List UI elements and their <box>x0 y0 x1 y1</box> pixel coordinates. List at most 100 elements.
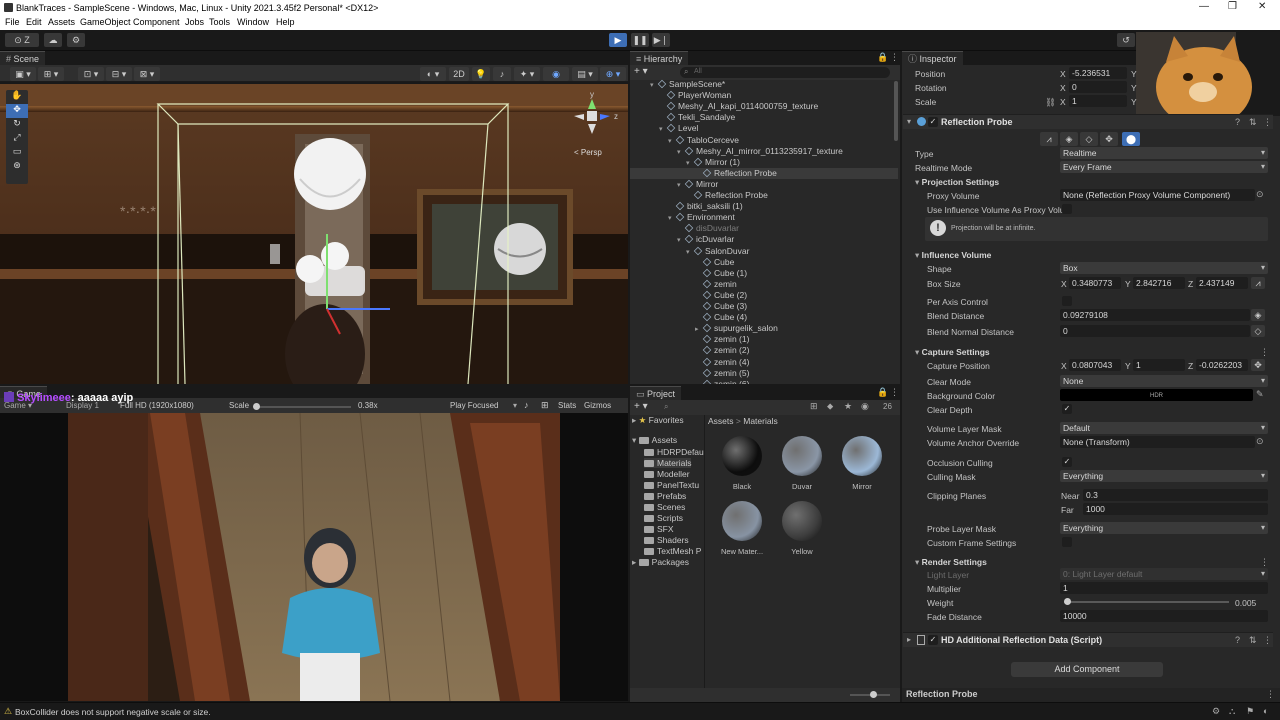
shape-dropdown[interactable]: Box <box>1060 262 1268 274</box>
weight-slider-thumb[interactable] <box>1064 598 1071 605</box>
draw-mode-dropdown[interactable]: ▣ ▾ <box>10 67 36 81</box>
effects-dropdown[interactable]: ✦ ▾ <box>514 67 540 81</box>
realtime-mode-dropdown[interactable]: Every Frame <box>1060 161 1268 173</box>
debug-icon[interactable]: ⚑ <box>1246 706 1254 717</box>
orientation-gizmo[interactable]: y z <box>570 90 620 144</box>
hidden-toggle-button[interactable]: ◉ <box>543 67 569 81</box>
background-color-swatch[interactable]: HDR <box>1060 389 1253 401</box>
hierarchy-row[interactable]: ▾ TabloCerceve <box>630 135 898 146</box>
scale-slider[interactable] <box>253 403 351 410</box>
status-message[interactable]: BoxCollider does not support negative sc… <box>15 707 211 717</box>
step-button[interactable]: ▶❘ <box>652 33 670 47</box>
hd-collapse-arrow-icon[interactable]: ▸ <box>907 635 911 644</box>
edit-normal-button[interactable]: ◇ <box>1080 132 1098 146</box>
cloud-button[interactable]: ☁ <box>44 33 62 47</box>
hierarchy-row[interactable]: zemin (4) <box>630 357 898 368</box>
use-influence-checkbox[interactable] <box>1062 204 1072 214</box>
hierarchy-row[interactable]: ▾ SalonDuvar <box>630 246 898 257</box>
menu-component[interactable]: Component <box>133 17 180 27</box>
menu-assets[interactable]: Assets <box>48 17 75 27</box>
folder-item[interactable]: Prefabs <box>644 491 686 501</box>
blend-distance-field[interactable]: 0.09279108 <box>1060 309 1250 321</box>
hierarchy-row[interactable]: ▾ Level <box>630 123 898 134</box>
hierarchy-row[interactable]: Cube (3) <box>630 301 898 312</box>
menu-file[interactable]: File <box>5 17 20 27</box>
hierarchy-row[interactable]: zemin (1) <box>630 334 898 345</box>
toggle-2d-button[interactable]: 2D <box>449 67 469 81</box>
hand-tool-icon[interactable]: ✋ <box>6 90 28 104</box>
snap-dropdown[interactable]: ⊡ ▾ <box>78 67 104 81</box>
component-menu-icon[interactable]: ⋮ <box>1263 117 1272 128</box>
move-tool-icon[interactable]: ✥ <box>6 104 28 118</box>
hierarchy-row[interactable]: zemin <box>630 279 898 290</box>
asset-item[interactable]: New Mater... <box>714 501 770 556</box>
position-x-field[interactable]: -5.236531 <box>1069 67 1127 79</box>
asset-item[interactable]: Mirror <box>834 436 890 491</box>
history-button[interactable]: ↺ <box>1117 33 1135 47</box>
blend-normal-distance-field[interactable]: 0 <box>1060 325 1250 337</box>
project-lock-icon[interactable]: 🔒 <box>877 387 888 398</box>
project-create-button[interactable]: + ▾ <box>634 401 648 412</box>
hierarchy-row[interactable]: Tekli_Sandalye <box>630 112 898 123</box>
packages-item[interactable]: ▸ Packages <box>632 557 689 568</box>
breadcrumb-materials[interactable]: Materials <box>743 416 777 426</box>
hierarchy-search-input[interactable]: ⌕ All <box>680 67 890 78</box>
menu-help[interactable]: Help <box>276 17 295 27</box>
tab-inspector[interactable]: ⓘ Inspector <box>902 51 963 65</box>
capture-position-z-field[interactable]: -0.0262203 <box>1196 359 1248 371</box>
network-icon[interactable]: ⛬ <box>1229 706 1235 717</box>
persp-label[interactable]: < Persp <box>574 148 602 157</box>
hierarchy-row[interactable]: zemin (6) <box>630 379 898 384</box>
hierarchy-row[interactable]: ▸ supurgelik_salon <box>630 323 898 334</box>
hierarchy-row[interactable]: Meshy_AI_kapi_0114000759_texture <box>630 101 898 112</box>
folder-item[interactable]: Shaders <box>644 535 689 545</box>
minimize-button[interactable]: — <box>1199 1 1209 12</box>
hierarchy-row[interactable]: disDuvarlar <box>630 223 898 234</box>
increment-dropdown[interactable]: ⊟ ▾ <box>106 67 132 81</box>
rotate-tool-icon[interactable]: ↻ <box>6 118 28 132</box>
clear-mode-dropdown[interactable]: None <box>1060 375 1268 387</box>
blend-normal-edit-button[interactable]: ◇ <box>1251 325 1265 337</box>
box-size-edit-button[interactable]: ⩘ <box>1251 277 1265 289</box>
account-button[interactable]: ⊙ Z <box>5 33 39 47</box>
hd-component-menu-icon[interactable]: ⋮ <box>1263 635 1272 646</box>
maximize-button[interactable]: ❐ <box>1228 1 1237 12</box>
menu-window[interactable]: Window <box>237 17 269 27</box>
eyedropper-icon[interactable]: ✎ <box>1256 389 1264 400</box>
projection-settings-header[interactable]: ▾ Projection Settings <box>915 177 999 188</box>
render-menu-icon[interactable]: ⋮ <box>1260 557 1269 568</box>
capture-menu-icon[interactable]: ⋮ <box>1260 347 1269 358</box>
hierarchy-row[interactable]: ▾ Mirror <box>630 179 898 190</box>
collapse-arrow-icon[interactable]: ▾ <box>907 117 911 126</box>
influence-volume-header[interactable]: ▾ Influence Volume <box>915 250 991 261</box>
folder-item[interactable]: HDRPDefau <box>644 447 704 457</box>
tab-scene[interactable]: # Scene <box>0 51 46 65</box>
weight-value[interactable]: 0.005 <box>1235 598 1256 608</box>
folder-item[interactable]: PanelTextu <box>644 480 699 490</box>
rect-tool-icon[interactable]: ▭ <box>6 146 28 160</box>
zoom-slider-thumb[interactable] <box>870 691 877 698</box>
pause-button[interactable]: ❚❚ <box>631 33 649 47</box>
per-axis-control-checkbox[interactable] <box>1062 296 1072 306</box>
hierarchy-row[interactable]: Cube (2) <box>630 290 898 301</box>
progress-icon[interactable]: ⚙ <box>1212 706 1220 717</box>
folder-item[interactable]: Modeller <box>644 469 690 479</box>
blend-distance-edit-button[interactable]: ◈ <box>1251 309 1265 321</box>
camera-dropdown[interactable]: ▤ ▾ <box>572 67 598 81</box>
filter-label-icon[interactable]: ⬥ <box>827 401 833 412</box>
edit-capture-button[interactable]: ✥ <box>1100 132 1118 146</box>
favorite-icon[interactable]: ★ <box>844 401 852 412</box>
asset-item[interactable]: Duvar <box>774 436 830 491</box>
edit-probe-button[interactable]: ⬤ <box>1122 132 1140 146</box>
folder-item[interactable]: Scenes <box>644 502 685 512</box>
align-dropdown[interactable]: ⊠ ▾ <box>134 67 160 81</box>
hidden-packages-icon[interactable]: ◉ <box>861 401 869 412</box>
object-picker-icon[interactable]: ⊙ <box>1256 189 1264 200</box>
anchor-picker-icon[interactable]: ⊙ <box>1256 436 1264 447</box>
add-component-button[interactable]: Add Component <box>1011 662 1163 677</box>
lighting-icon[interactable]: ◐ <box>1263 706 1268 716</box>
hierarchy-row[interactable]: Cube (4) <box>630 312 898 323</box>
transform-tool-icon[interactable]: ⊛ <box>6 160 28 174</box>
hierarchy-row[interactable]: zemin (2) <box>630 345 898 356</box>
panel-menu-icon[interactable]: ⋮ <box>890 52 899 63</box>
